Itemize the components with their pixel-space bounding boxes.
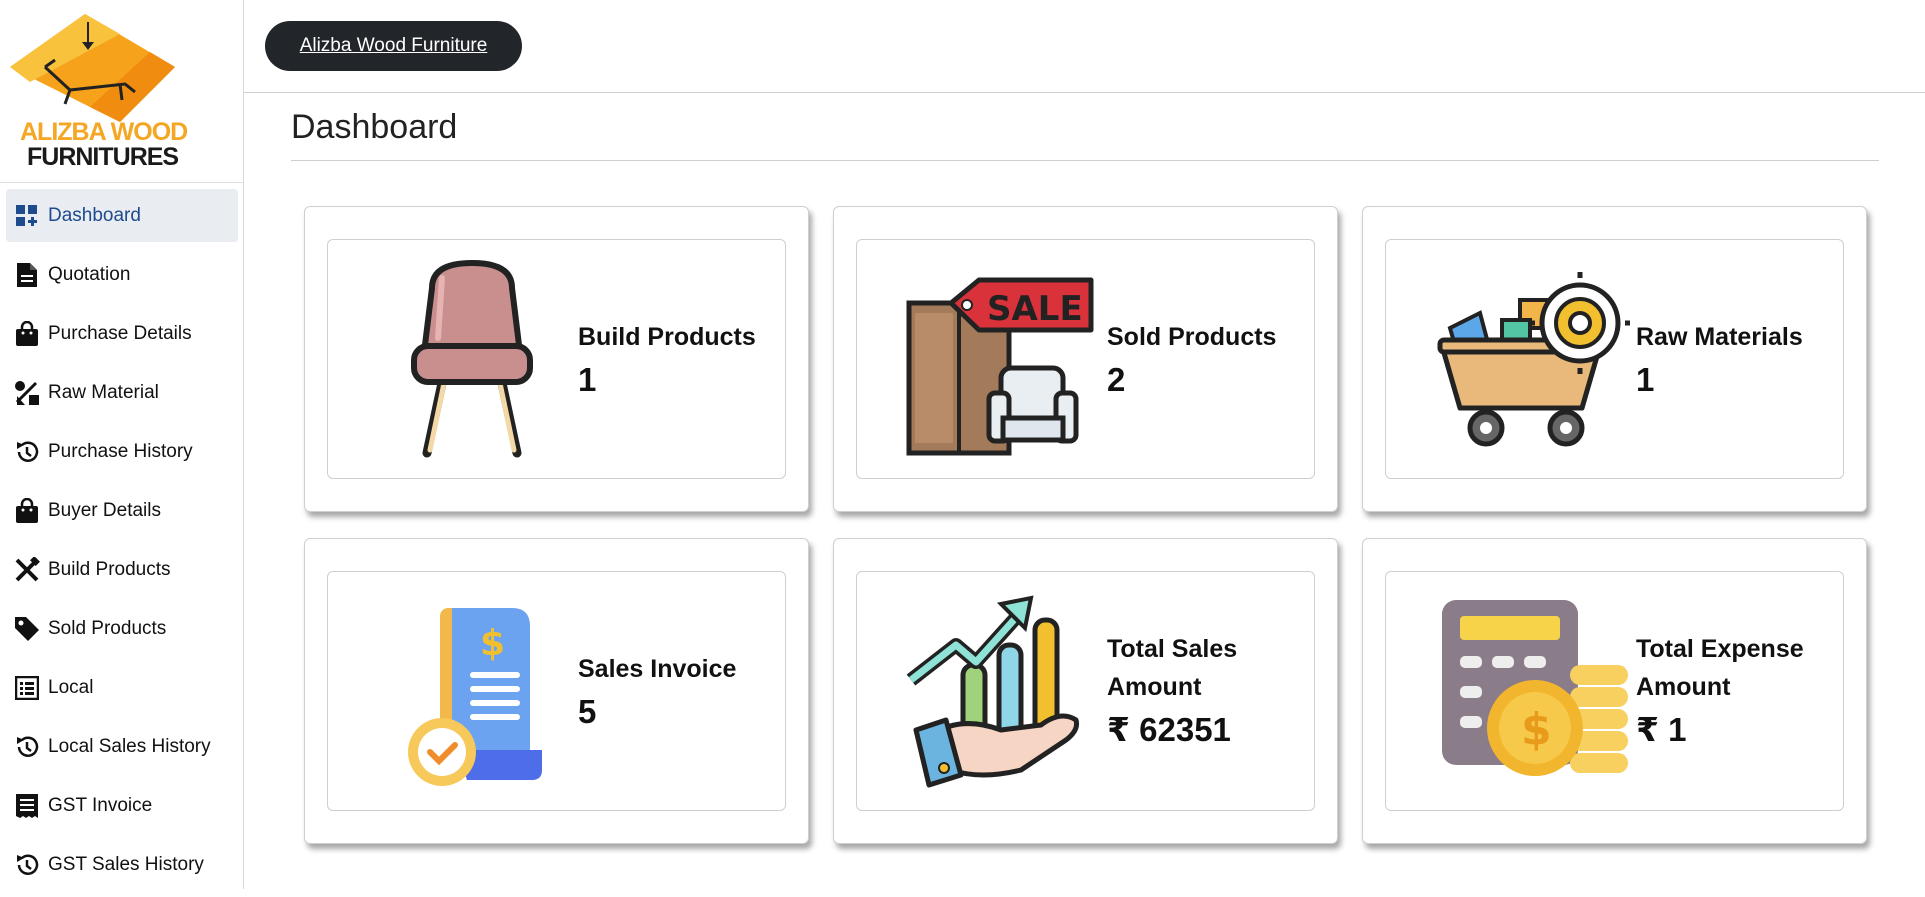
tag-icon: [13, 615, 41, 643]
svg-text:SALE: SALE: [987, 289, 1083, 329]
sidebar-item-local[interactable]: Local: [6, 661, 238, 714]
logo-line2: FURNITURES: [27, 143, 179, 171]
sidebar-item-dashboard[interactable]: Dashboard: [6, 189, 238, 242]
logo[interactable]: ALIZBA WOOD FURNITURES: [0, 0, 243, 183]
stat-card-raw-materials[interactable]: Raw Materials 1: [1362, 206, 1867, 512]
stat-value: ₹ 1: [1636, 711, 1687, 748]
sidebar-item-build-products[interactable]: Build Products: [6, 543, 238, 596]
history-icon: [13, 733, 41, 761]
sidebar-item-label: Sold Products: [48, 617, 167, 639]
sale-furniture-icon: SALE: [906, 277, 1094, 456]
shopping-bag-icon: [13, 320, 41, 348]
brand-link[interactable]: Alizba Wood Furniture: [265, 21, 522, 71]
stat-value: 1: [578, 361, 597, 398]
sidebar-item-label: Purchase History: [48, 440, 193, 462]
svg-text:$: $: [480, 623, 505, 664]
page-title: Dashboard: [291, 108, 458, 146]
stat-label: Build Products: [578, 323, 756, 351]
stat-card-inner: Total Sales Amount ₹ 62351: [856, 571, 1315, 811]
stat-card-inner: $ Sales Invoice 5: [327, 571, 786, 811]
sidebar-item-label: Dashboard: [48, 204, 141, 226]
sidebar-item-purchase-details[interactable]: Purchase Details: [6, 307, 238, 360]
sidebar-nav: Dashboard Quotation Purchase Details Raw…: [6, 189, 238, 897]
stat-label: Raw Materials: [1636, 323, 1803, 351]
top-bar: Alizba Wood Furniture: [244, 0, 1925, 93]
sidebar-item-label: Build Products: [48, 558, 171, 580]
stat-value: ₹ 62351: [1107, 711, 1231, 748]
sidebar-item-label: Raw Material: [48, 381, 159, 403]
title-divider: [291, 160, 1879, 161]
stat-value: 1: [1636, 361, 1655, 398]
sidebar-item-label: Local Sales History: [48, 735, 211, 757]
sidebar-item-purchase-history[interactable]: Purchase History: [6, 425, 238, 478]
sidebar-item-label: Purchase Details: [48, 322, 192, 344]
stat-value: 2: [1107, 361, 1126, 398]
sidebar-item-quotation[interactable]: Quotation: [6, 248, 238, 301]
sidebar-item-gst-invoice[interactable]: GST Invoice: [6, 779, 238, 832]
stat-card-inner: Build Products 1: [327, 239, 786, 479]
sidebar-item-label: Buyer Details: [48, 499, 161, 521]
chair-icon: [411, 260, 533, 458]
invoice-icon: $: [408, 608, 542, 786]
stat-card-inner: $ Total Expense Amount ₹ 1: [1385, 571, 1844, 811]
cart-gear-icon: [1437, 272, 1630, 447]
sidebar-item-label: GST Invoice: [48, 794, 153, 816]
receipt-icon: [13, 792, 41, 820]
history-icon: [13, 851, 41, 879]
sidebar-item-raw-material[interactable]: Raw Material: [6, 366, 238, 419]
sidebar-item-buyer-details[interactable]: Buyer Details: [6, 484, 238, 537]
stat-value: 5: [578, 693, 597, 730]
stat-card-total-sales[interactable]: Total Sales Amount ₹ 62351: [833, 538, 1338, 844]
logo-mark-icon: [10, 14, 175, 122]
stat-card-sold-products[interactable]: SALE Sold Products 2: [833, 206, 1338, 512]
sidebar-item-label: Local: [48, 676, 94, 698]
dashboard-icon: [13, 202, 41, 230]
svg-text:$: $: [1521, 704, 1552, 755]
document-icon: [13, 261, 41, 289]
growth-chart-icon: [906, 595, 1079, 788]
sidebar-item-gst-sales-history[interactable]: GST Sales History: [6, 838, 238, 891]
shopping-bag-icon: [13, 497, 41, 525]
stat-label: Sales Invoice: [578, 655, 737, 683]
sidebar-item-local-sales-history[interactable]: Local Sales History: [6, 720, 238, 773]
stat-card-build-products[interactable]: Build Products 1: [304, 206, 809, 512]
calculator-coins-icon: $: [1442, 600, 1628, 776]
stat-card-inner: Raw Materials 1: [1385, 239, 1844, 479]
sidebar-item-label: Quotation: [48, 263, 131, 285]
raw-material-icon: [13, 379, 41, 407]
tools-icon: [13, 556, 41, 584]
stat-card-sales-invoice[interactable]: $ Sales Invoice 5: [304, 538, 809, 844]
sidebar-item-sold-products[interactable]: Sold Products: [6, 602, 238, 655]
stat-card-total-expense[interactable]: $ Total Expense Amount ₹ 1: [1362, 538, 1867, 844]
list-icon: [13, 674, 41, 702]
history-icon: [13, 438, 41, 466]
sidebar-item-label: GST Sales History: [48, 853, 204, 875]
stat-label: Total Sales Amount: [1107, 635, 1238, 701]
stat-card-inner: SALE Sold Products 2: [856, 239, 1315, 479]
stat-label: Total Expense Amount: [1636, 635, 1804, 701]
sidebar: ALIZBA WOOD FURNITURES Dashboard Quotati…: [0, 0, 244, 889]
stat-label: Sold Products: [1107, 323, 1277, 351]
